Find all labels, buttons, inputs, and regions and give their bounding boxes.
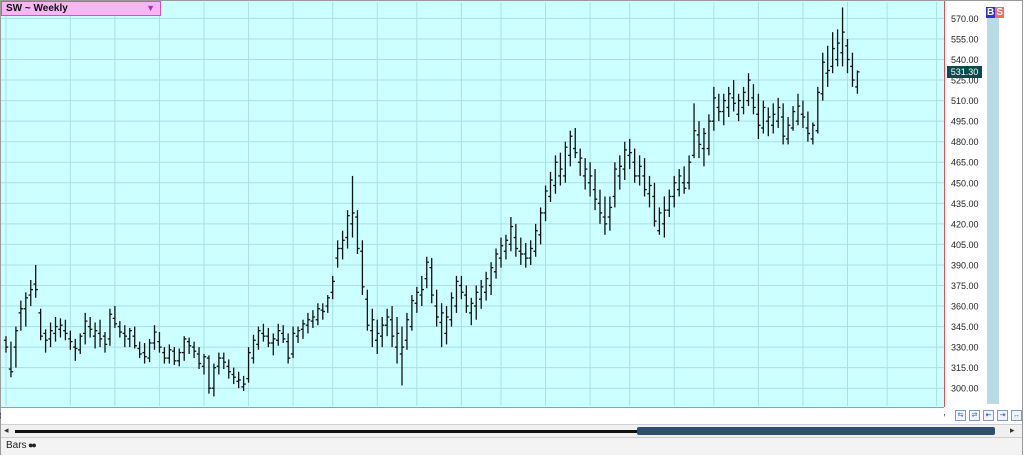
y-tick-label: 540.00 bbox=[951, 55, 979, 65]
y-tick-label: 345.00 bbox=[951, 322, 979, 332]
symbol-title-dropdown[interactable]: SW ~ Weekly ▼ bbox=[1, 1, 161, 16]
y-tick-label: 555.00 bbox=[951, 34, 979, 44]
bottom-toolbar: Bars ●● bbox=[1, 437, 1022, 455]
zoom-in-icon[interactable]: ⇄ bbox=[969, 410, 980, 421]
chevron-down-icon: ▼ bbox=[146, 3, 155, 13]
y-tick-label: 315.00 bbox=[951, 363, 979, 373]
y-tick-label: 480.00 bbox=[951, 137, 979, 147]
chain-link-icon[interactable]: ●● bbox=[28, 440, 37, 450]
y-tick-label: 390.00 bbox=[951, 260, 979, 270]
y-tick-label: 450.00 bbox=[951, 178, 979, 188]
y-tick-label: 375.00 bbox=[951, 281, 979, 291]
ohlc-chart: 300.00 315.00 330.00 345.00 360.00 375.00 390.… bbox=[0, 1, 979, 421]
y-tick-label: 405.00 bbox=[951, 240, 979, 250]
fit-icon[interactable]: ↔ bbox=[1011, 410, 1022, 421]
zoom-out-icon[interactable]: ⇆ bbox=[955, 410, 966, 421]
y-tick-label: 300.00 bbox=[951, 384, 979, 394]
y-tick-label: 420.00 bbox=[951, 219, 979, 229]
y-tick-label: 465.00 bbox=[951, 158, 979, 168]
symbol-title: SW ~ Weekly bbox=[6, 3, 68, 14]
y-tick-label: 570.00 bbox=[951, 14, 979, 24]
y-tick-label: 330.00 bbox=[951, 343, 979, 353]
scroll-left-arrow-icon[interactable]: ◂ bbox=[4, 425, 9, 436]
y-tick-label: 360.00 bbox=[951, 302, 979, 312]
y-tick-label: 495.00 bbox=[951, 117, 979, 127]
scroll-right-icon[interactable]: ⇥ bbox=[997, 410, 1008, 421]
scroll-left-icon[interactable]: ⇤ bbox=[983, 410, 994, 421]
scroll-thumb[interactable] bbox=[637, 427, 995, 435]
time-axis[interactable] bbox=[1, 407, 944, 425]
y-tick-label: 510.00 bbox=[951, 96, 979, 106]
last-price-tag: 531.30 bbox=[947, 65, 982, 78]
y-tick-label: 435.00 bbox=[951, 199, 979, 209]
bars-tab-label[interactable]: Bars bbox=[6, 440, 27, 451]
scroll-right-arrow-icon[interactable]: ▸ bbox=[1010, 425, 1015, 436]
horizontal-scrollbar[interactable]: ◂ ▸ bbox=[1, 424, 1022, 438]
